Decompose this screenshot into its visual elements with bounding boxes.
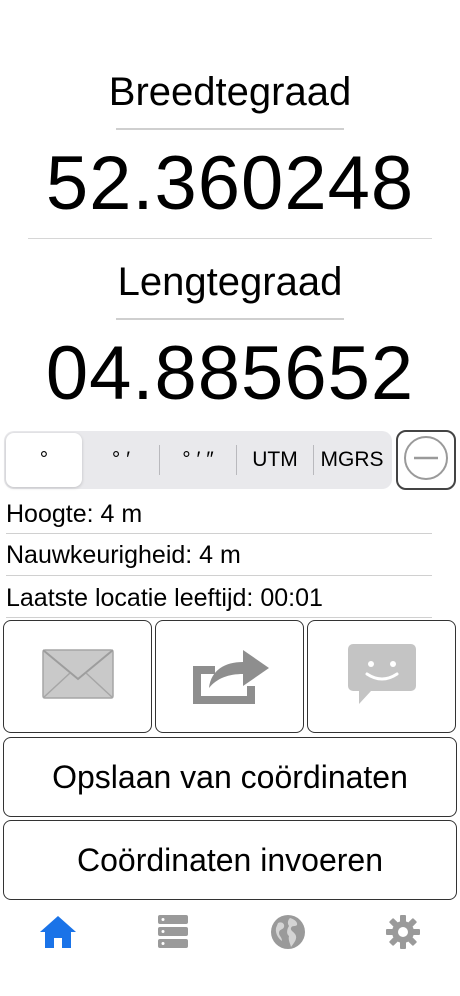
share-icon (189, 644, 271, 709)
info-divider (6, 617, 432, 618)
format-option-degrees[interactable]: ° (6, 433, 82, 487)
altitude-text: Hoogte: 4 m (6, 500, 143, 528)
tab-map[interactable] (230, 904, 345, 964)
format-option-utm[interactable]: UTM (237, 433, 313, 487)
gear-icon (385, 914, 421, 955)
message-button[interactable] (307, 620, 456, 733)
latitude-divider (28, 238, 432, 239)
accuracy-text: Nauwkeurigheid: 4 m (6, 541, 241, 569)
tab-home[interactable] (0, 904, 115, 964)
format-option-mgrs[interactable]: MGRS (314, 433, 390, 487)
home-icon (39, 914, 77, 955)
info-divider (6, 575, 432, 576)
format-option-degrees-minutes[interactable]: ° ′ (83, 433, 159, 487)
format-option-degrees-minutes-seconds[interactable]: ° ′ ″ (160, 433, 236, 487)
mail-icon (41, 649, 114, 704)
share-button[interactable] (155, 620, 304, 733)
longitude-label-divider (116, 318, 344, 320)
email-button[interactable] (3, 620, 152, 733)
info-divider (6, 533, 432, 534)
latitude-label: Breedtegraad (108, 70, 352, 114)
longitude-value: 04.885652 (45, 331, 415, 416)
format-segmented-control: ° ° ′ ° ′ ″ UTM MGRS (4, 431, 392, 489)
globe-icon (270, 914, 306, 955)
tab-bar (0, 904, 460, 964)
message-icon (347, 642, 417, 711)
tab-settings[interactable] (345, 904, 460, 964)
remove-button[interactable] (396, 430, 456, 490)
latitude-label-divider (116, 128, 344, 130)
save-coordinates-button[interactable]: Opslaan van coördinaten (3, 737, 457, 817)
tab-saved-list[interactable] (115, 904, 230, 964)
location-age-text: Laatste locatie leeftijd: 00:01 (6, 584, 323, 612)
enter-coordinates-button[interactable]: Coördinaten invoeren (3, 820, 457, 900)
longitude-label: Lengtegraad (117, 260, 343, 304)
latitude-value: 52.360248 (45, 141, 415, 226)
minus-circle-icon (402, 434, 450, 487)
server-list-icon (157, 914, 189, 955)
